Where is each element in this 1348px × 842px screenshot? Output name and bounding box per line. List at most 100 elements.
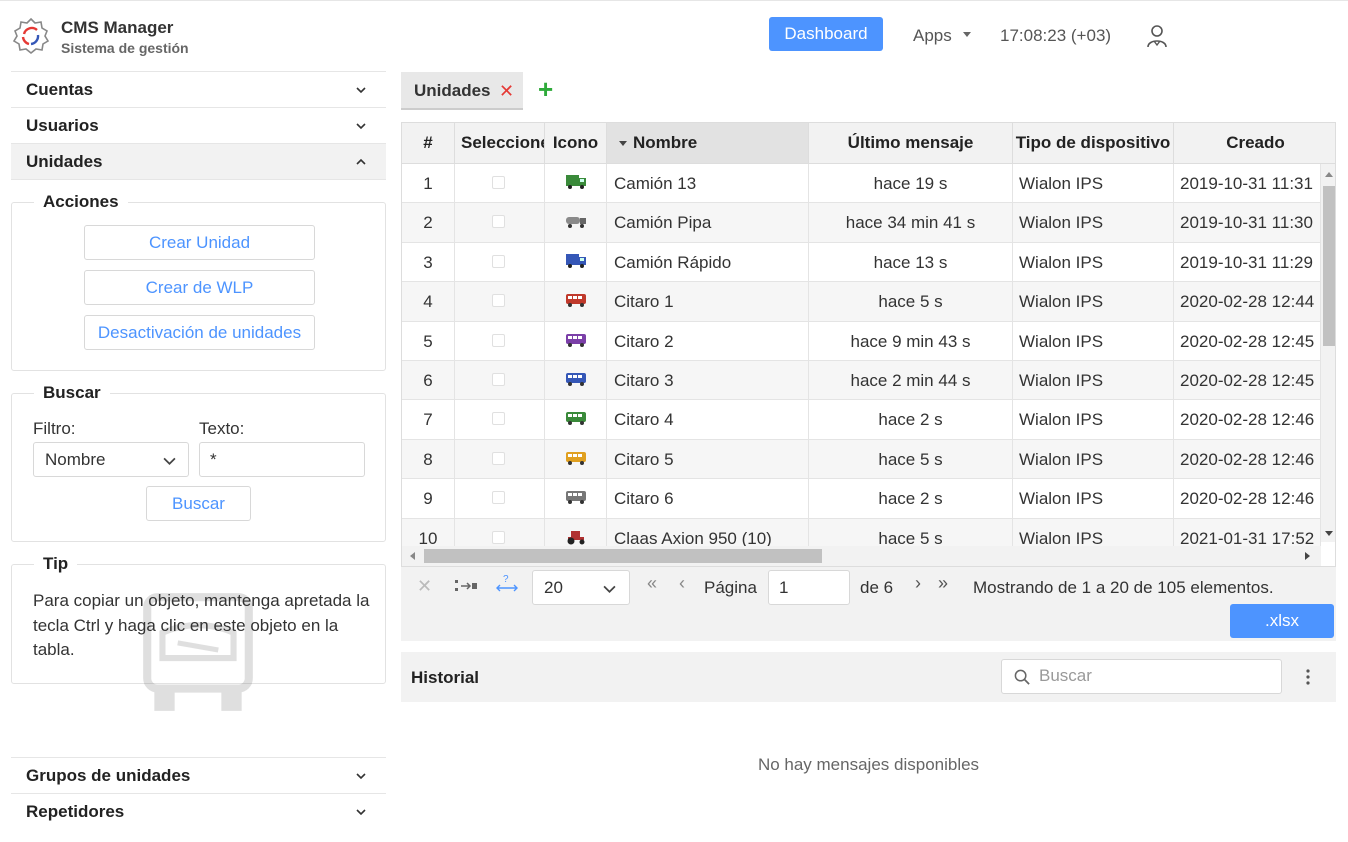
add-tab-icon[interactable]: + bbox=[538, 76, 553, 102]
row-checkbox[interactable] bbox=[492, 373, 505, 386]
sidebar-bottom: Grupos de unidades Repetidores bbox=[11, 757, 386, 830]
chevron-down-icon bbox=[356, 773, 366, 780]
icon-cell bbox=[545, 400, 607, 440]
select-cell bbox=[455, 321, 545, 361]
column-header-created[interactable]: Creado bbox=[1174, 123, 1335, 163]
row-checkbox[interactable] bbox=[492, 294, 505, 308]
page-size-value: 20 bbox=[544, 578, 563, 597]
vertical-scrollbar[interactable] bbox=[1321, 164, 1335, 542]
created-date: 2019-10-31 11:29 bbox=[1174, 242, 1321, 282]
tractor-icon bbox=[567, 530, 585, 545]
vertical-scroll-thumb[interactable] bbox=[1323, 186, 1335, 346]
table-row[interactable]: 1 Camión 13 hace 19 s Wialon IPS 2019-10-31 … bbox=[402, 164, 1321, 204]
truck-icon bbox=[566, 175, 586, 189]
scroll-left-icon[interactable] bbox=[410, 552, 415, 560]
device-type: Wialon IPS bbox=[1013, 282, 1174, 322]
last-page-icon[interactable]: » bbox=[938, 573, 948, 594]
create-from-wlp-button[interactable]: Crear de WLP bbox=[84, 270, 315, 305]
row-checkbox[interactable] bbox=[492, 451, 505, 465]
chevron-down-icon bbox=[356, 123, 366, 130]
horizontal-scrollbar[interactable] bbox=[402, 546, 1321, 566]
select-cell bbox=[455, 439, 545, 479]
row-checkbox[interactable] bbox=[492, 412, 505, 426]
apps-menu[interactable]: Apps bbox=[913, 26, 952, 46]
filter-select[interactable]: Nombre bbox=[33, 442, 189, 477]
fit-columns-help-icon[interactable]: ? bbox=[495, 573, 519, 595]
unit-name: Camión Rápido bbox=[607, 242, 809, 282]
scroll-down-icon[interactable] bbox=[1325, 531, 1333, 536]
deactivate-units-button[interactable]: Desactivación de unidades bbox=[84, 315, 315, 350]
history-search-input[interactable] bbox=[1039, 666, 1269, 686]
column-header-name[interactable]: Nombre bbox=[607, 123, 809, 163]
row-checkbox[interactable] bbox=[492, 176, 505, 189]
scroll-right-icon[interactable] bbox=[1305, 552, 1310, 560]
select-cell bbox=[455, 400, 545, 440]
sidebar-item-grupos[interactable]: Grupos de unidades bbox=[11, 758, 386, 794]
column-header-last-message[interactable]: Último mensaje bbox=[809, 123, 1013, 163]
created-date: 2020-02-28 12:46 bbox=[1174, 479, 1321, 519]
truck-icon bbox=[566, 253, 586, 268]
sidebar-item-cuentas[interactable]: Cuentas bbox=[11, 72, 386, 108]
page-size-select[interactable]: 20 bbox=[532, 570, 630, 605]
tab-unidades[interactable]: Unidades ✕ bbox=[401, 72, 523, 110]
select-cell bbox=[455, 361, 545, 400]
svg-text:?: ? bbox=[503, 574, 509, 585]
table-row[interactable]: 4 Citaro 1 hace 5 s Wialon IPS 2020-02-28 12… bbox=[402, 282, 1321, 322]
user-icon[interactable] bbox=[1144, 23, 1170, 49]
created-date: 2020-02-28 12:46 bbox=[1174, 400, 1321, 440]
collapse-columns-icon[interactable] bbox=[454, 579, 478, 593]
first-page-icon[interactable]: « bbox=[647, 573, 657, 594]
sidebar: Cuentas Usuarios Unidades bbox=[11, 71, 386, 180]
created-date: 2020-02-28 12:45 bbox=[1174, 321, 1321, 361]
clear-filter-icon[interactable]: ✕ bbox=[417, 576, 432, 597]
scroll-up-icon[interactable] bbox=[1325, 172, 1333, 177]
icon-cell bbox=[545, 203, 607, 243]
search-button[interactable]: Buscar bbox=[146, 486, 251, 521]
select-cell bbox=[455, 203, 545, 243]
table-row[interactable]: 7 Citaro 4 hace 2 s Wialon IPS 2020-02-28 12… bbox=[402, 400, 1321, 440]
table-row[interactable]: 6 Citaro 3 hace 2 min 44 s Wialon IPS 2020-0… bbox=[402, 361, 1321, 401]
prev-page-icon[interactable]: ‹ bbox=[679, 573, 685, 594]
export-xlsx-button[interactable]: .xlsx bbox=[1230, 604, 1334, 638]
device-type: Wialon IPS bbox=[1013, 242, 1174, 282]
table-row[interactable]: 2 Camión Pipa hace 34 min 41 s Wialon IPS 20… bbox=[402, 203, 1321, 243]
sidebar-item-unidades[interactable]: Unidades bbox=[11, 144, 386, 180]
more-options-icon[interactable] bbox=[1305, 667, 1311, 687]
chevron-down-icon bbox=[603, 585, 616, 593]
close-icon[interactable]: ✕ bbox=[499, 72, 514, 110]
created-date: 2019-10-31 11:31 bbox=[1174, 164, 1321, 203]
icon-cell bbox=[545, 479, 607, 519]
actions-panel: Acciones Crear Unidad Crear de WLP Desac… bbox=[11, 192, 386, 371]
row-checkbox[interactable] bbox=[492, 530, 505, 544]
column-header-select[interactable]: Seleccione bbox=[455, 123, 545, 163]
row-checkbox[interactable] bbox=[492, 333, 505, 347]
device-type: Wialon IPS bbox=[1013, 361, 1174, 400]
dashboard-button[interactable]: Dashboard bbox=[769, 17, 883, 51]
unit-name: Camión Pipa bbox=[607, 203, 809, 243]
column-header-number[interactable]: # bbox=[402, 123, 455, 163]
sidebar-item-label: Cuentas bbox=[26, 80, 94, 99]
apps-caret-icon[interactable] bbox=[963, 32, 971, 37]
next-page-icon[interactable]: › bbox=[915, 573, 921, 594]
column-header-device-type[interactable]: Tipo de dispositivo bbox=[1013, 123, 1174, 163]
table-row[interactable]: 3 Camión Rápido hace 13 s Wialon IPS 2019-10… bbox=[402, 242, 1321, 283]
search-text-input[interactable]: * bbox=[199, 442, 365, 477]
sidebar-item-usuarios[interactable]: Usuarios bbox=[11, 108, 386, 144]
cms-logo-icon bbox=[12, 17, 50, 55]
table-row[interactable]: 9 Citaro 6 hace 2 s Wialon IPS 2020-02-28 12… bbox=[402, 479, 1321, 519]
table-pager: ✕ ? 20 « ‹ Página 1 de 6 › » Mostrando d… bbox=[401, 567, 1336, 641]
sidebar-item-repetidores[interactable]: Repetidores bbox=[11, 794, 386, 830]
row-checkbox[interactable] bbox=[492, 491, 505, 505]
row-checkbox[interactable] bbox=[492, 254, 505, 268]
page-total: de 6 bbox=[860, 578, 894, 597]
page-number-input[interactable]: 1 bbox=[768, 570, 850, 605]
create-unit-button[interactable]: Crear Unidad bbox=[84, 225, 315, 260]
table-row[interactable]: 8 Citaro 5 hace 5 s Wialon IPS 2020-02-28 12… bbox=[402, 439, 1321, 480]
tab-label: Unidades bbox=[414, 81, 491, 100]
table-row[interactable]: 5 Citaro 2 hace 9 min 43 s Wialon IPS 2020-0… bbox=[402, 321, 1321, 361]
row-checkbox[interactable] bbox=[492, 215, 505, 229]
column-header-icon[interactable]: Icono bbox=[545, 123, 607, 163]
history-search-box[interactable] bbox=[1001, 659, 1282, 694]
horizontal-scroll-thumb[interactable] bbox=[424, 549, 822, 563]
bus-icon bbox=[566, 412, 586, 426]
